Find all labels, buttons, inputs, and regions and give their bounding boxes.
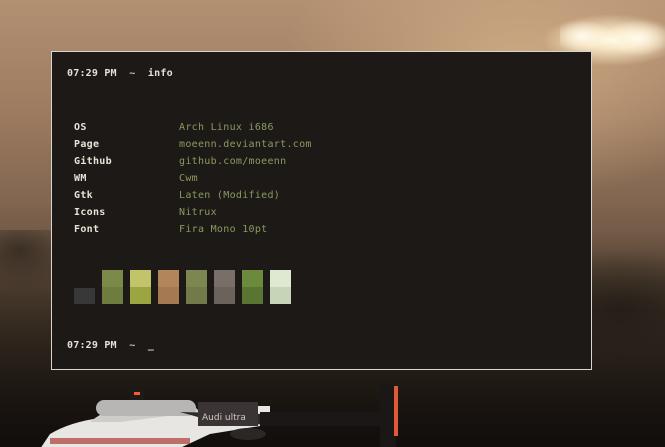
info-row-os: OS Arch Linux i686 bbox=[74, 119, 312, 136]
prompt-separator: ~ bbox=[129, 340, 136, 351]
system-info-list: OS Arch Linux i686 Page moeenn.deviantart.… bbox=[74, 119, 312, 238]
info-key: WM bbox=[74, 173, 87, 184]
info-key: Font bbox=[74, 224, 100, 235]
info-value: Cwm bbox=[179, 173, 198, 184]
info-row-icons: Icons Nitrux bbox=[74, 204, 312, 221]
info-value: Fira Mono 10pt bbox=[179, 224, 268, 235]
info-row-github: Github github.com/moeenn bbox=[74, 153, 312, 170]
color-swatch bbox=[270, 270, 291, 304]
color-swatch bbox=[74, 288, 95, 304]
color-palette bbox=[74, 270, 304, 310]
info-value: Nitrux bbox=[179, 207, 217, 218]
terminal-prompt-bottom[interactable]: 07:29 PM ~ _ bbox=[67, 340, 154, 351]
info-key: Icons bbox=[74, 207, 106, 218]
info-value: Arch Linux i686 bbox=[179, 122, 274, 133]
info-key: Github bbox=[74, 156, 112, 167]
info-row-font: Font Fira Mono 10pt bbox=[74, 221, 312, 238]
color-swatch bbox=[214, 270, 235, 304]
color-swatch bbox=[158, 270, 179, 304]
wallpaper-race-car: Audi ultra bbox=[41, 384, 398, 447]
terminal-prompt-top: 07:29 PM ~ info bbox=[67, 68, 173, 79]
info-row-gtk: Gtk Laten (Modified) bbox=[74, 187, 312, 204]
svg-text:Audi ultra: Audi ultra bbox=[202, 413, 246, 423]
info-key: Gtk bbox=[74, 190, 93, 201]
color-swatch bbox=[186, 270, 207, 304]
terminal-window[interactable]: 07:29 PM ~ info OS Arch Linux i686 Page mo… bbox=[51, 51, 592, 370]
prompt-command: info bbox=[147, 68, 173, 79]
color-swatch bbox=[242, 270, 263, 304]
info-value: moeenn.deviantart.com bbox=[179, 139, 312, 150]
prompt-time: 07:29 PM bbox=[67, 340, 117, 351]
info-value: github.com/moeenn bbox=[179, 156, 287, 167]
info-row-wm: WM Cwm bbox=[74, 170, 312, 187]
info-value: Laten (Modified) bbox=[179, 190, 281, 201]
color-swatch bbox=[102, 270, 123, 304]
prompt-time: 07:29 PM bbox=[67, 68, 117, 79]
info-row-page: Page moeenn.deviantart.com bbox=[74, 136, 312, 153]
prompt-separator: ~ bbox=[129, 68, 136, 79]
info-key: OS bbox=[74, 122, 87, 133]
terminal-cursor: _ bbox=[147, 340, 155, 351]
color-swatch bbox=[130, 270, 151, 304]
info-key: Page bbox=[74, 139, 100, 150]
